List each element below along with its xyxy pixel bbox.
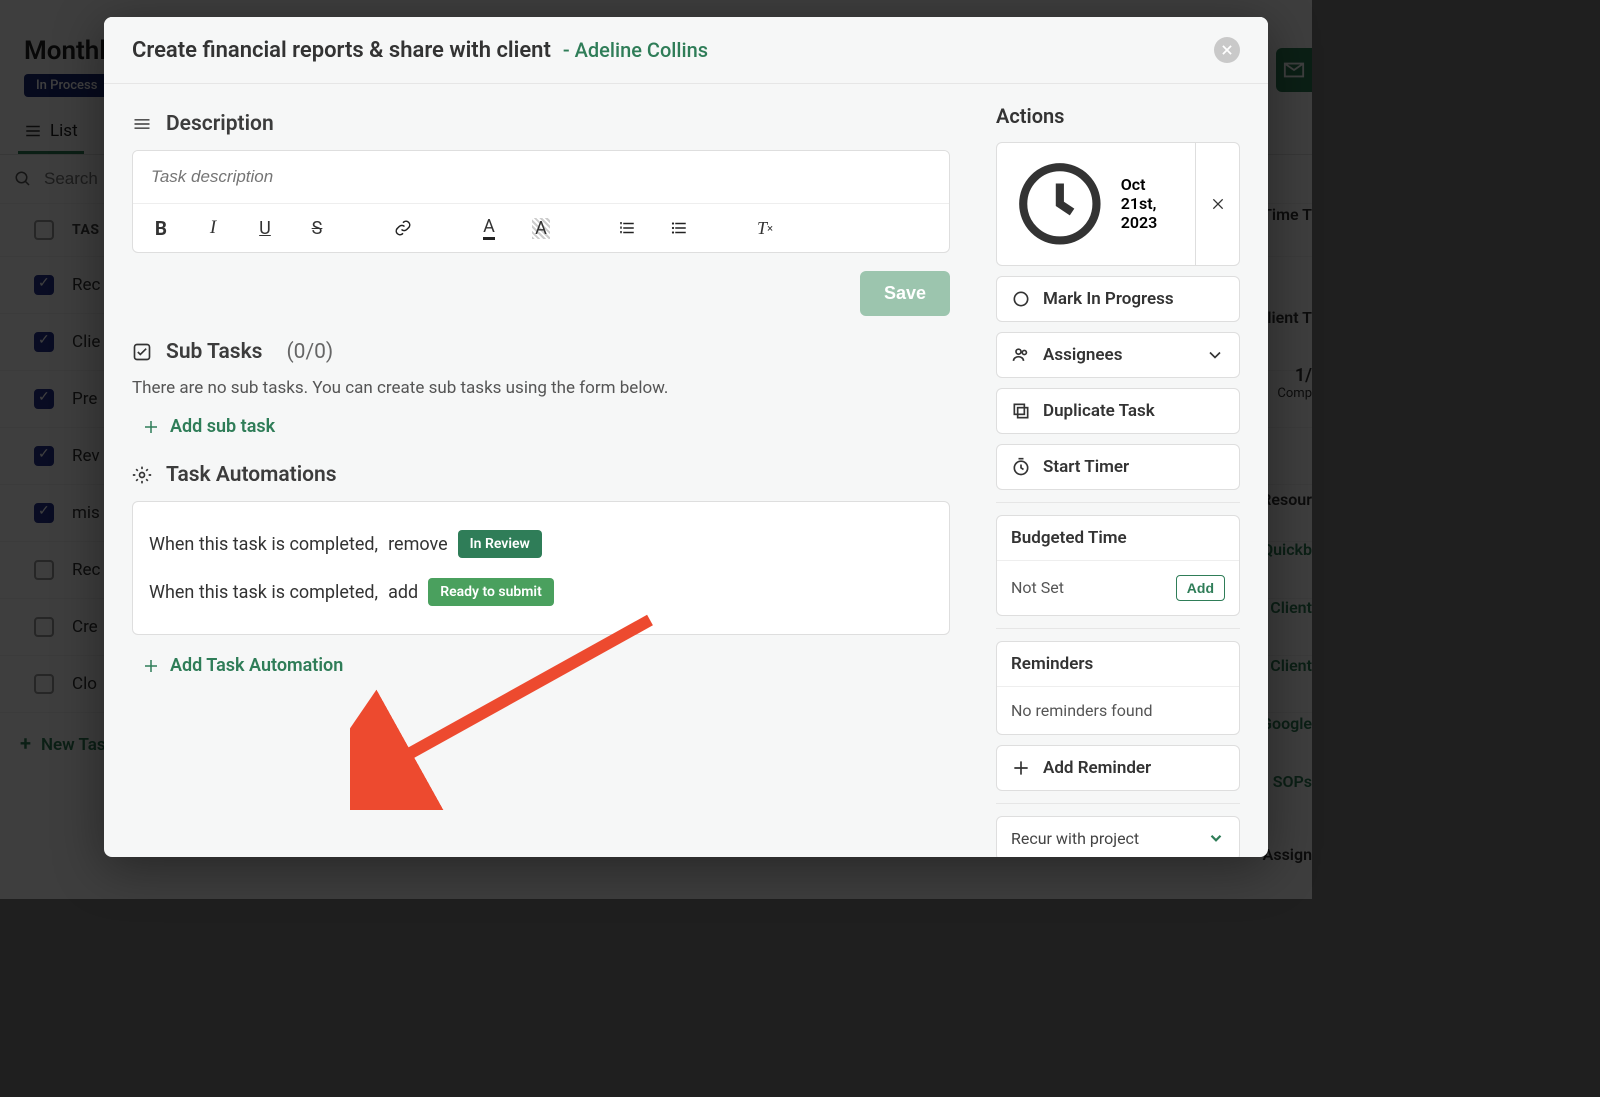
copy-icon — [1011, 401, 1031, 421]
clear-format-button[interactable]: T× — [751, 214, 779, 242]
subtasks-heading: Sub Tasks (0/0) — [132, 340, 950, 364]
due-date-button[interactable]: Oct 21st, 2023 — [997, 143, 1195, 265]
budgeted-value: Not Set — [1011, 578, 1064, 597]
menu-icon — [132, 114, 152, 134]
actions-heading: Actions — [996, 104, 1240, 128]
timer-icon — [1011, 457, 1031, 477]
automation-row[interactable]: When this task is completed, add Ready t… — [149, 568, 933, 616]
link-button[interactable] — [389, 214, 417, 242]
reminders-card: Reminders No reminders found — [996, 641, 1240, 735]
clock-icon — [1011, 155, 1109, 253]
plus-icon — [142, 418, 160, 436]
modal-main-column: Description B I U S A A — [104, 84, 978, 857]
plus-icon — [1011, 758, 1031, 778]
check-square-icon — [132, 342, 152, 362]
ol-button[interactable] — [613, 214, 641, 242]
rtf-toolbar: B I U S A A T× — [133, 203, 949, 252]
automation-row[interactable]: When this task is completed, remove In R… — [149, 520, 933, 568]
close-button[interactable] — [1214, 37, 1240, 63]
modal-owner-link[interactable]: Adeline Collins — [575, 38, 708, 62]
circle-icon — [1011, 289, 1031, 309]
add-budget-button[interactable]: Add — [1176, 575, 1225, 601]
assignees-button[interactable]: Assignees — [997, 333, 1239, 377]
people-icon — [1011, 345, 1031, 365]
underline-button[interactable]: U — [251, 214, 279, 242]
modal-header: Create financial reports & share with cl… — [104, 17, 1268, 84]
add-automation-button[interactable]: Add Task Automation — [142, 655, 940, 676]
duplicate-task-button[interactable]: Duplicate Task — [997, 389, 1239, 433]
clear-date-button[interactable] — [1195, 143, 1239, 265]
reminders-heading: Reminders — [997, 642, 1239, 687]
modal-title: Create financial reports & share with cl… — [132, 38, 551, 63]
description-input[interactable] — [133, 151, 949, 203]
reminders-empty: No reminders found — [1011, 701, 1153, 720]
plus-icon — [142, 657, 160, 675]
mark-in-progress-button[interactable]: Mark In Progress — [997, 277, 1239, 321]
modal-side-column: Actions Oct 21st, 2023 Mark In Progress — [978, 84, 1268, 857]
budgeted-card: Budgeted Time Not Set Add — [996, 515, 1240, 616]
task-modal: Create financial reports & share with cl… — [104, 17, 1268, 857]
automations-heading: Task Automations — [132, 463, 950, 487]
subtasks-count: (0/0) — [286, 340, 333, 364]
start-timer-button[interactable]: Start Timer — [997, 445, 1239, 489]
ul-button[interactable] — [665, 214, 693, 242]
chevron-down-icon — [1207, 829, 1225, 847]
bold-button[interactable]: B — [147, 214, 175, 242]
bg-color-button[interactable]: A — [527, 214, 555, 242]
gear-icon — [132, 465, 152, 485]
description-heading: Description — [132, 112, 950, 136]
chevron-down-icon — [1205, 345, 1225, 365]
add-reminder-button[interactable]: Add Reminder — [997, 746, 1239, 790]
budgeted-heading: Budgeted Time — [997, 516, 1239, 561]
automations-box: When this task is completed, remove In R… — [132, 501, 950, 635]
strike-button[interactable]: S — [303, 214, 331, 242]
add-subtask-button[interactable]: Add sub task — [142, 416, 940, 437]
text-color-button[interactable]: A — [475, 214, 503, 242]
due-date-card: Oct 21st, 2023 — [996, 142, 1240, 266]
save-button[interactable]: Save — [860, 271, 950, 316]
subtasks-empty-text: There are no sub tasks. You can create s… — [132, 378, 950, 398]
description-box: B I U S A A T× — [132, 150, 950, 253]
italic-button[interactable]: I — [199, 214, 227, 242]
recur-select[interactable]: Recur with project — [996, 816, 1240, 857]
